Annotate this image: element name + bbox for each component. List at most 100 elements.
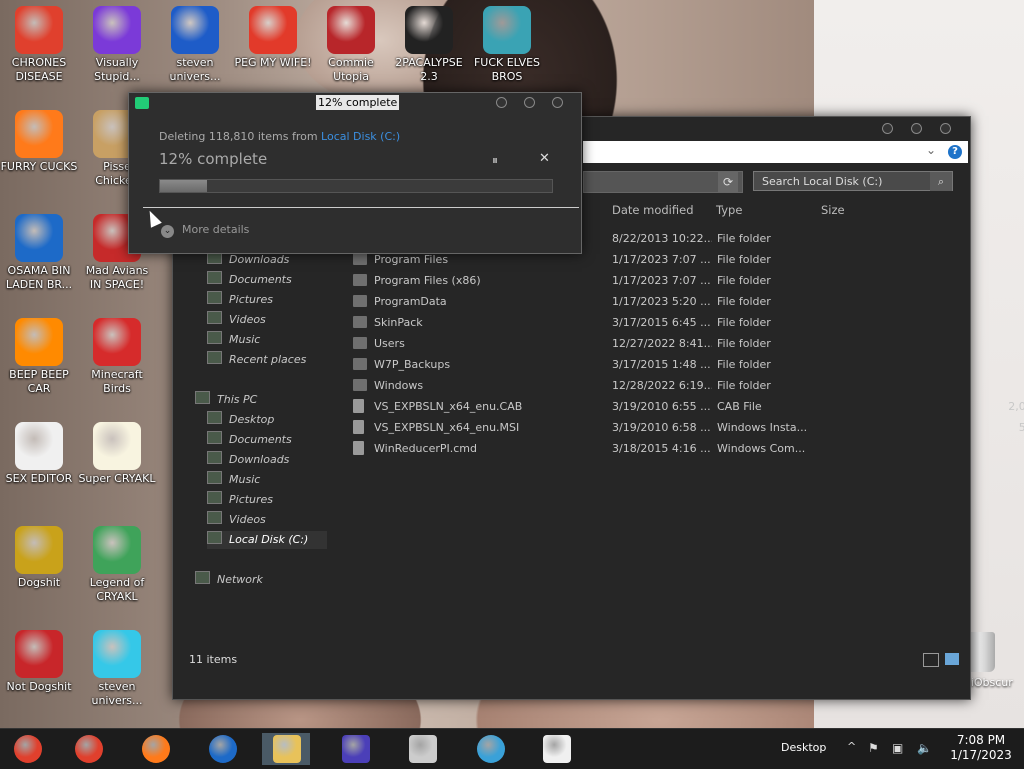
cell-name: Windows — [374, 379, 424, 392]
archive-taskbar[interactable] — [398, 733, 446, 765]
column-header-size[interactable]: Size — [821, 203, 845, 217]
desktop-icon[interactable]: PEG MY WIFE! — [234, 6, 312, 70]
delete-progress-dialog[interactable]: 12% complete Deleting 118,810 items from… — [128, 92, 582, 254]
sidebar-item[interactable]: Local Disk (C:) — [207, 531, 327, 549]
more-details-label: More details — [182, 223, 250, 236]
desktop-icon[interactable]: steven univers... — [156, 6, 234, 84]
obama-taskbar[interactable] — [198, 733, 246, 765]
folder-icon — [207, 311, 222, 324]
large-icons-view-icon[interactable] — [945, 653, 959, 665]
sidebar-item[interactable]: Music — [207, 471, 260, 489]
table-row[interactable]: Program Files (x86) 1/17/2023 7:07 ... Fil… — [353, 271, 1024, 290]
desktop-toolbar-label[interactable]: Desktop — [781, 741, 826, 754]
column-header-type[interactable]: Type — [716, 203, 742, 217]
desktop-icon[interactable]: Super CRYAKL — [78, 422, 156, 486]
network-taskbar[interactable] — [466, 733, 514, 765]
desktop-icon[interactable]: FURRY CUCKS — [0, 110, 78, 174]
sidebar-item[interactable]: Pictures — [207, 291, 273, 309]
chrome-taskbar-2[interactable] — [64, 733, 112, 765]
sidebar-item[interactable]: Pictures — [207, 491, 273, 509]
sidebar-item[interactable]: This PC — [195, 391, 257, 409]
obama-logo-icon — [15, 214, 63, 262]
table-row[interactable]: SkinPack 3/17/2015 6:45 ... File folder — [353, 313, 1024, 332]
sidebar-item[interactable]: Recent places — [207, 351, 306, 369]
desktop-icon[interactable]: Not Dogshit — [0, 630, 78, 694]
desktop-icon[interactable]: BEEP BEEP CAR — [0, 318, 78, 396]
table-row[interactable]: Windows 12/28/2022 6:19... File folder — [353, 376, 1024, 395]
firefox-taskbar[interactable] — [131, 733, 179, 765]
target-drive-link[interactable]: Local Disk (C:) — [321, 130, 400, 143]
sidebar-item-label: Network — [217, 573, 263, 586]
maximize-button[interactable] — [911, 123, 922, 134]
cpp-builder-icon — [15, 526, 63, 574]
firefox-icon — [142, 735, 170, 763]
desktop-icon-label: Visually Stupid... — [94, 56, 140, 83]
hxd-taskbar[interactable] — [532, 733, 580, 765]
chrome-taskbar[interactable] — [3, 733, 51, 765]
flag-icon[interactable]: ⚑ — [868, 741, 879, 755]
network-icon[interactable]: ▣ — [892, 741, 903, 755]
desktop-icon[interactable]: SEX EDITOR — [0, 422, 78, 486]
show-hidden-icons-icon[interactable]: ^ — [847, 740, 856, 753]
desktop-icon[interactable]: steven univers... — [78, 630, 156, 708]
desktop-icon[interactable]: Commie Utopia — [312, 6, 390, 84]
desktop-icon[interactable]: Minecraft Birds — [78, 318, 156, 396]
minimize-button[interactable] — [882, 123, 893, 134]
folder-icon — [207, 451, 222, 464]
dialog-minimize-button[interactable] — [496, 97, 507, 108]
sidebar-item[interactable]: Videos — [207, 311, 266, 329]
dialog-close-button[interactable] — [552, 97, 563, 108]
settings-taskbar[interactable] — [331, 733, 379, 765]
desktop-icon-label: CHRONES DISEASE — [11, 56, 67, 83]
sidebar-item[interactable]: Documents — [207, 431, 292, 449]
desktop-icon[interactable]: OSAMA BIN LADEN BR... — [0, 214, 78, 292]
refresh-icon[interactable]: ⟳ — [718, 172, 738, 192]
cell-type: File folder — [717, 337, 771, 350]
dialog-app-icon — [135, 97, 149, 109]
table-row[interactable]: W7P_Backups 3/17/2015 1:48 ... File folder — [353, 355, 1024, 374]
cell-name: VS_EXPBSLN_x64_enu.CAB — [374, 400, 523, 413]
cell-type: File folder — [717, 253, 771, 266]
sidebar-item[interactable]: Downloads — [207, 451, 289, 469]
system-clock[interactable]: 7:08 PM 1/17/2023 — [946, 733, 1016, 763]
more-details-toggle[interactable]: ⌄ More details — [161, 223, 249, 238]
search-icon[interactable]: ⌕ — [930, 172, 952, 191]
sidebar-item[interactable]: Music — [207, 331, 260, 349]
cell-date: 3/17/2015 6:45 ... — [612, 316, 711, 329]
desktop-icon-label: Dogshit — [17, 576, 61, 589]
sidebar-item[interactable]: Desktop — [207, 411, 274, 429]
table-row[interactable]: VS_EXPBSLN_x64_enu.MSI 3/19/2010 6:58 ...… — [353, 418, 1024, 437]
table-row[interactable]: VS_EXPBSLN_x64_enu.CAB 3/19/2010 6:55 ...… — [353, 397, 1024, 416]
operation-text: Deleting 118,810 items from — [159, 130, 322, 143]
search-input[interactable]: Search Local Disk (C:) — [753, 171, 953, 191]
sidebar-item[interactable]: Videos — [207, 511, 266, 529]
sidebar-item[interactable]: Network — [195, 571, 263, 589]
pixel-cat-icon — [93, 422, 141, 470]
table-row[interactable]: WinReducerPI.cmd 3/18/2015 4:16 ... Window… — [353, 439, 1024, 458]
sidebar-item-label: Documents — [229, 273, 292, 286]
table-row[interactable]: Users 12/27/2022 8:41... File folder — [353, 334, 1024, 353]
table-row[interactable]: ProgramData 1/17/2023 5:20 ... File folder — [353, 292, 1024, 311]
desktop-icon[interactable]: 2PACALYPSE 2.3 — [390, 6, 468, 84]
diamond-icon — [93, 630, 141, 678]
sidebar-item[interactable]: Documents — [207, 271, 292, 289]
desktop-icon[interactable]: CHRONES DISEASE — [0, 6, 78, 84]
folder-icon — [207, 471, 222, 484]
sidebar-item-label: Music — [229, 473, 261, 486]
desktop-icon[interactable]: Visually Stupid... — [78, 6, 156, 84]
close-button[interactable] — [940, 123, 951, 134]
help-icon[interactable]: ? — [948, 145, 962, 159]
desktop-icon[interactable]: Dogshit — [0, 526, 78, 590]
cancel-icon[interactable]: ✕ — [539, 151, 550, 166]
desktop-icon-label: Mad Avians IN SPACE! — [85, 264, 149, 291]
pause-icon[interactable]: ⏸ — [492, 153, 498, 168]
sidebar-item-label: Music — [229, 333, 261, 346]
details-view-icon[interactable] — [923, 653, 939, 667]
chevron-down-icon[interactable]: ⌄ — [926, 143, 936, 157]
desktop-icon[interactable]: Legend of CRYAKL — [78, 526, 156, 604]
dialog-maximize-button[interactable] — [524, 97, 535, 108]
explorer-taskbar[interactable] — [262, 733, 310, 765]
desktop-icon[interactable]: FUCK ELVES BROS — [468, 6, 546, 84]
column-header-date[interactable]: Date modified — [612, 203, 694, 217]
volume-icon[interactable]: 🔈 — [917, 741, 932, 755]
